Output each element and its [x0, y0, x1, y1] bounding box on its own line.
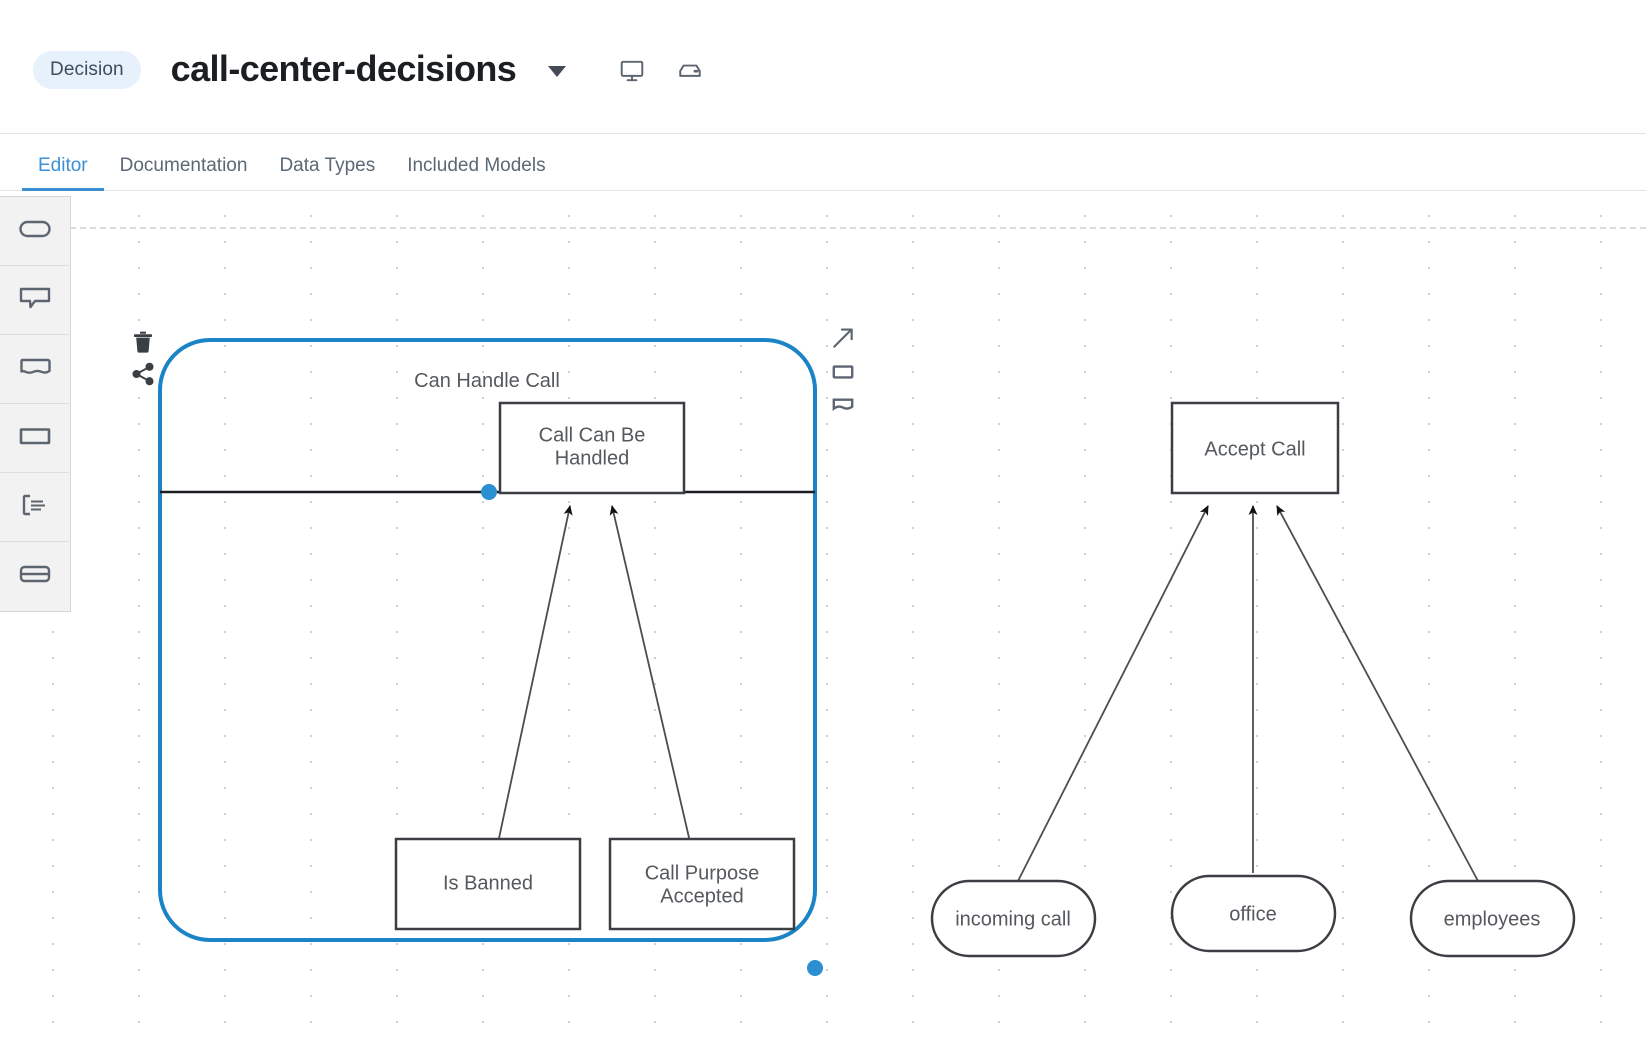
decision-label-line2: Handled [555, 447, 630, 469]
dmn-diagram: Can Handle Call Call Can Be Handled Is B… [158, 338, 1576, 976]
share-connect-icon[interactable] [128, 359, 158, 389]
text-bracket-icon [18, 492, 52, 523]
rectangle-icon [18, 424, 52, 453]
tab-data-types[interactable]: Data Types [263, 155, 391, 190]
diagram-canvas[interactable]: Can Handle Call Call Can Be Handled Is B… [0, 191, 1646, 1040]
input-data-incoming-call[interactable]: incoming call [930, 879, 1097, 958]
knowledge-source-shape-icon[interactable] [828, 389, 858, 419]
palette-decision[interactable] [0, 404, 69, 473]
decision-call-purpose-accepted[interactable]: Call Purpose Accepted [608, 837, 796, 931]
tab-documentation[interactable]: Documentation [104, 155, 264, 190]
monitor-icon[interactable] [618, 57, 646, 85]
dmn-editor-app: Decision call-center-decisions Editor Do… [0, 0, 1646, 1040]
delete-icon[interactable] [128, 327, 158, 357]
model-type-badge: Decision [33, 50, 141, 89]
decision-label-line2: Accepted [660, 885, 743, 907]
expand-arrow-icon[interactable] [828, 323, 858, 353]
decision-label-line1: Accept Call [1204, 438, 1305, 460]
group-label: Can Handle Call [414, 370, 560, 392]
decision-service-icon [18, 562, 52, 591]
edge-incoming-call-to-accept [1017, 505, 1209, 882]
page-title: call-center-decisions [170, 47, 517, 89]
palette-input-data[interactable] [0, 197, 69, 266]
editor-tabs: Editor Documentation Data Types Included… [0, 133, 1646, 191]
decision-accept-call[interactable]: Accept Call [1170, 401, 1340, 495]
palette-knowledge-source[interactable] [0, 335, 69, 404]
decision-label-line1: Is Banned [443, 872, 533, 894]
decision-call-can-be-handled[interactable]: Call Can Be Handled [498, 401, 686, 495]
input-data-employees[interactable]: employees [1409, 879, 1576, 958]
knowledge-source-icon [18, 355, 52, 384]
group-resize-handle[interactable] [807, 960, 823, 976]
decision-label-line1: Call Purpose [645, 862, 760, 884]
input-data-label: office [1229, 903, 1276, 925]
input-data-label: incoming call [955, 908, 1071, 930]
server-icon[interactable] [676, 57, 704, 85]
group-connection-handle[interactable] [481, 484, 497, 500]
edge-employees-to-accept [1276, 505, 1479, 882]
annotation-callout-icon [18, 285, 52, 316]
palette-text-annotation[interactable] [0, 266, 69, 335]
app-header: Decision call-center-decisions [0, 0, 1646, 135]
palette-decision-service[interactable] [0, 542, 69, 611]
palette-text-bracket[interactable] [0, 473, 69, 542]
decision-shape-icon[interactable] [828, 357, 858, 387]
shape-palette [0, 196, 71, 612]
stadium-icon [18, 217, 52, 246]
tab-editor[interactable]: Editor [22, 155, 104, 191]
decision-label-line1: Call Can Be [539, 424, 646, 446]
tab-included-models[interactable]: Included Models [391, 155, 561, 190]
decision-is-banned[interactable]: Is Banned [394, 837, 582, 931]
input-data-label: employees [1444, 908, 1541, 930]
input-data-office[interactable]: office [1170, 874, 1337, 953]
chevron-down-icon[interactable] [548, 66, 567, 77]
